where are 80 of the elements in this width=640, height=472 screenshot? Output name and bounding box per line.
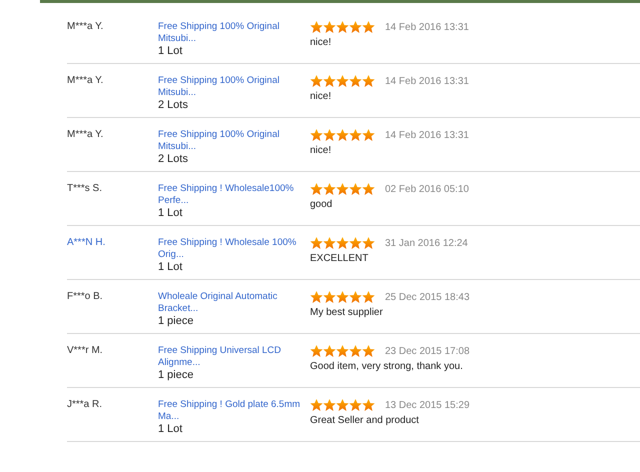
- star-icon: [362, 75, 375, 87]
- review-date: 25 Dec 2015 18:43: [385, 292, 470, 302]
- buyer-name: M***a Y.: [67, 21, 104, 32]
- star-icon: [336, 129, 349, 141]
- star-icon: [323, 291, 336, 303]
- review-comment: nice!: [310, 37, 332, 48]
- star-icon: [336, 237, 349, 249]
- buyer-name: J***a R.: [67, 399, 102, 410]
- review-comment: Good item, very strong, thank you.: [310, 361, 463, 372]
- star-icon: [323, 21, 336, 33]
- buyer-name: M***a Y.: [67, 75, 104, 86]
- quantity-text: 1 Lot: [158, 45, 182, 57]
- quantity-text: 1 Lot: [158, 207, 182, 219]
- star-icon: [349, 183, 362, 195]
- star-icon: [323, 183, 336, 195]
- review-comment: good: [310, 199, 332, 210]
- review-date: 13 Dec 2015 15:29: [385, 400, 470, 410]
- buyer-name: F***o B.: [67, 291, 103, 302]
- product-link[interactable]: Free Shipping 100% Original Mitsubi...: [158, 75, 308, 99]
- star-icon: [310, 21, 323, 33]
- review-comment: nice!: [310, 145, 332, 156]
- star-icon: [323, 129, 336, 141]
- star-icon: [336, 345, 349, 357]
- product-link[interactable]: Free Shipping 100% Original Mitsubi...: [158, 129, 308, 153]
- star-icon: [336, 21, 349, 33]
- buyer-name[interactable]: A***N H.: [67, 237, 106, 248]
- product-link[interactable]: Free Shipping Universal LCD Alignme...: [158, 345, 308, 369]
- star-icon: [336, 75, 349, 87]
- review-comment: Great Seller and product: [310, 415, 419, 426]
- review-comment: My best supplier: [310, 307, 383, 318]
- star-icon: [362, 21, 375, 33]
- quantity-text: 2 Lots: [158, 99, 188, 111]
- star-icon: [362, 237, 375, 249]
- review-date: 02 Feb 2016 05:10: [385, 184, 469, 194]
- quantity-text: 1 Lot: [158, 261, 182, 273]
- quantity-text: 1 Lot: [158, 423, 182, 435]
- star-icon: [349, 237, 362, 249]
- review-date: 14 Feb 2016 13:31: [385, 130, 469, 140]
- star-icon: [362, 399, 375, 411]
- product-link[interactable]: Free Shipping ! Gold plate 6.5mm Ma...: [158, 399, 308, 423]
- star-icon: [349, 399, 362, 411]
- review-date: 14 Feb 2016 13:31: [385, 22, 469, 32]
- quantity-text: 2 Lots: [158, 153, 188, 165]
- product-link[interactable]: Free Shipping ! Wholesale 100% Orig...: [158, 237, 308, 261]
- star-icon: [349, 21, 362, 33]
- star-icon: [336, 291, 349, 303]
- star-icon: [362, 291, 375, 303]
- star-icon: [310, 129, 323, 141]
- star-icon: [336, 399, 349, 411]
- star-icon: [310, 183, 323, 195]
- star-icon: [362, 129, 375, 141]
- product-link[interactable]: Free Shipping ! Wholesale100% Perfe...: [158, 183, 308, 207]
- star-icon: [323, 75, 336, 87]
- product-link[interactable]: Wholeale Original Automatic Bracket...: [158, 291, 308, 315]
- star-icon: [323, 345, 336, 357]
- quantity-text: 1 piece: [158, 315, 194, 327]
- star-icon: [349, 345, 362, 357]
- star-icon: [310, 75, 323, 87]
- star-icon: [349, 291, 362, 303]
- star-icon: [310, 345, 323, 357]
- quantity-text: 1 piece: [158, 369, 194, 381]
- star-icon: [310, 237, 323, 249]
- product-link[interactable]: Free Shipping 100% Original Mitsubi...: [158, 21, 308, 45]
- star-icon: [362, 183, 375, 195]
- star-icon: [310, 291, 323, 303]
- buyer-name: T***s S.: [67, 183, 102, 194]
- buyer-name: V***r M.: [67, 345, 103, 356]
- review-date: 31 Jan 2016 12:24: [385, 238, 468, 248]
- review-comment: EXCELLENT: [310, 253, 368, 264]
- buyer-name: M***a Y.: [67, 129, 104, 140]
- review-date: 23 Dec 2015 17:08: [385, 346, 470, 356]
- star-icon: [336, 183, 349, 195]
- star-icon: [323, 399, 336, 411]
- review-date: 14 Feb 2016 13:31: [385, 76, 469, 86]
- star-icon: [310, 399, 323, 411]
- star-icon: [349, 129, 362, 141]
- star-icon: [349, 75, 362, 87]
- star-icon: [323, 237, 336, 249]
- star-icon: [362, 345, 375, 357]
- review-comment: nice!: [310, 91, 332, 102]
